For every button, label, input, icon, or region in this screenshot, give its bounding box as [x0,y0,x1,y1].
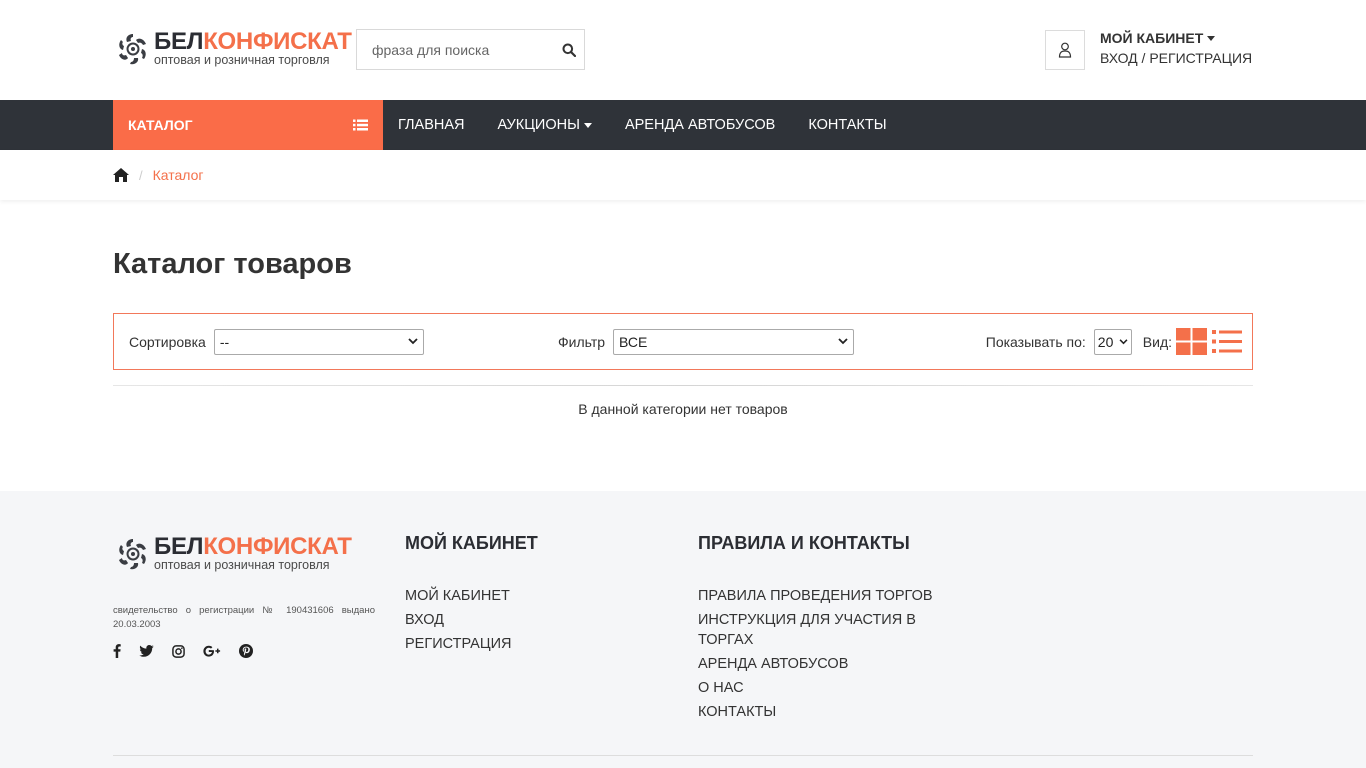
divider [113,385,1253,386]
footer-link-account[interactable]: МОЙ КАБИНЕТ [405,586,538,606]
site-footer: БЕЛКОНФИСКАТ оптовая и розничная торговл… [0,491,1366,768]
footer-link-instructions[interactable]: ИНСТРУКЦИЯ ДЛЯ УЧАСТИЯ В ТОРГАХ [698,610,938,650]
home-icon [113,168,129,182]
facebook-icon [113,644,121,658]
logo-text-bel: БЕЛ [154,533,204,560]
site-header: БЕЛКОНФИСКАТ оптовая и розничная торговл… [0,0,1366,100]
breadcrumb: / Каталог [0,150,1366,200]
nav-item-label: ГЛАВНАЯ [398,117,465,133]
user-icon [1058,42,1072,58]
nav-item-contacts[interactable]: КОНТАКТЫ [808,117,886,133]
sort-label: Сортировка [129,333,206,350]
catalog-toolbar: Сортировка -- Фильтр ВСЕ Показывать по: … [113,313,1253,370]
google-plus-link[interactable] [203,644,221,658]
footer-link-about[interactable]: О НАС [698,678,938,698]
nav-item-label: КОНТАКТЫ [808,117,887,133]
main-nav: КАТАЛОГ ГЛАВНАЯ АУКЦИОНЫ АРЕНДА АВТОБУСО… [0,100,1366,150]
nav-item-label: АРЕНДА АВТОБУСОВ [624,117,776,133]
instagram-link[interactable] [172,644,185,658]
search-input[interactable] [357,30,553,69]
pinterest-link[interactable] [239,644,253,658]
footer-link-contacts[interactable]: КОНТАКТЫ [698,702,938,722]
footer-link-register[interactable]: РЕГИСТРАЦИЯ [405,634,538,654]
footer-col-title: МОЙ КАБИНЕТ [405,533,538,553]
search-icon [562,43,576,57]
nav-item-home[interactable]: ГЛАВНАЯ [398,117,465,133]
nav-item-bus-rental[interactable]: АРЕНДА АВТОБУСОВ [625,117,775,133]
grid-view-button[interactable] [1176,328,1207,355]
footer-logo[interactable]: БЕЛКОНФИСКАТ оптовая и розничная торговл… [116,533,352,572]
footer-col-account: МОЙ КАБИНЕТ МОЙ КАБИНЕТ ВХОД РЕГИСТРАЦИЯ [405,533,538,658]
chevron-down-icon [1119,338,1128,344]
catalog-label: КАТАЛОГ [128,117,193,133]
empty-message: В данной категории нет товаров [578,401,788,417]
account-menu: МОЙ КАБИНЕТ ВХОД / РЕГИСТРАЦИЯ [1100,30,1252,66]
google-plus-icon [203,645,221,657]
facebook-link[interactable] [113,644,121,658]
pinterest-icon [239,644,253,658]
registration-text: свидетельство о регистрации № 190431606 … [113,605,375,630]
perpage-label: Показывать по: [985,333,1086,350]
logo-mark-icon [119,539,146,570]
footer-link-login[interactable]: ВХОД [405,610,538,630]
sort-select[interactable]: -- [213,328,424,355]
filter-select[interactable]: ВСЕ [613,328,855,355]
account-dropdown[interactable]: МОЙ КАБИНЕТ [1100,30,1252,46]
footer-col-rules: ПРАВИЛА И КОНТАКТЫ ПРАВИЛА ПРОВЕДЕНИЯ ТО… [698,533,938,726]
logo-text-bel: БЕЛ [154,28,204,55]
main-content: Каталог товаров Сортировка -- Фильтр ВСЕ… [0,200,1366,491]
footer-divider [113,755,1253,756]
list-view-icon [1212,330,1242,353]
view-options: Показывать по: 20 Вид: [986,328,1242,355]
breadcrumb-separator: / [139,167,143,183]
logo-tagline: оптовая и розничная торговля [154,558,330,572]
footer-link-bus-rental[interactable]: АРЕНДА АВТОБУСОВ [698,654,938,674]
twitter-link[interactable] [139,644,154,658]
sort-value: -- [219,333,230,350]
account-title: МОЙ КАБИНЕТ [1100,30,1204,46]
logo-text-konfiskat: КОНФИСКАТ [203,28,352,55]
list-icon [353,119,368,131]
chevron-down-icon [408,338,418,345]
caret-down-icon [583,122,592,128]
filter-value: ВСЕ [619,333,648,350]
twitter-icon [139,645,154,657]
instagram-icon [172,644,185,658]
nav-item-label: АУКЦИОНЫ [497,117,580,133]
perpage-value: 20 [1097,333,1114,350]
footer-col-title: ПРАВИЛА И КОНТАКТЫ [698,533,910,553]
login-register-link[interactable]: ВХОД / РЕГИСТРАЦИЯ [1100,50,1252,66]
perpage-select[interactable]: 20 [1093,328,1132,355]
filter-label: Фильтр [558,333,606,350]
list-view-button[interactable] [1212,329,1242,354]
logo-mark-icon [119,34,146,65]
footer-link-auction-rules[interactable]: ПРАВИЛА ПРОВЕДЕНИЯ ТОРГОВ [698,586,938,606]
grid-view-icon [1176,328,1207,355]
site-logo[interactable]: БЕЛКОНФИСКАТ оптовая и розничная торговл… [116,28,352,67]
account-button[interactable] [1045,30,1085,70]
chevron-down-icon [838,338,848,345]
logo-text-konfiskat: КОНФИСКАТ [203,533,352,560]
caret-down-icon [1207,35,1216,41]
search-box [356,29,585,70]
breadcrumb-current[interactable]: Каталог [153,167,204,183]
search-button[interactable] [553,30,584,69]
social-links [113,644,271,658]
logo-tagline: оптовая и розничная торговля [154,53,330,67]
view-label: Вид: [1142,333,1172,350]
nav-item-auctions[interactable]: АУКЦИОНЫ [498,117,592,133]
breadcrumb-home-link[interactable] [113,168,129,182]
filter-group: Фильтр ВСЕ [558,328,855,355]
catalog-menu-button[interactable]: КАТАЛОГ [113,100,383,150]
page-title: Каталог товаров [113,248,352,280]
nav-menu: ГЛАВНАЯ АУКЦИОНЫ АРЕНДА АВТОБУСОВ КОНТАК… [383,100,920,150]
